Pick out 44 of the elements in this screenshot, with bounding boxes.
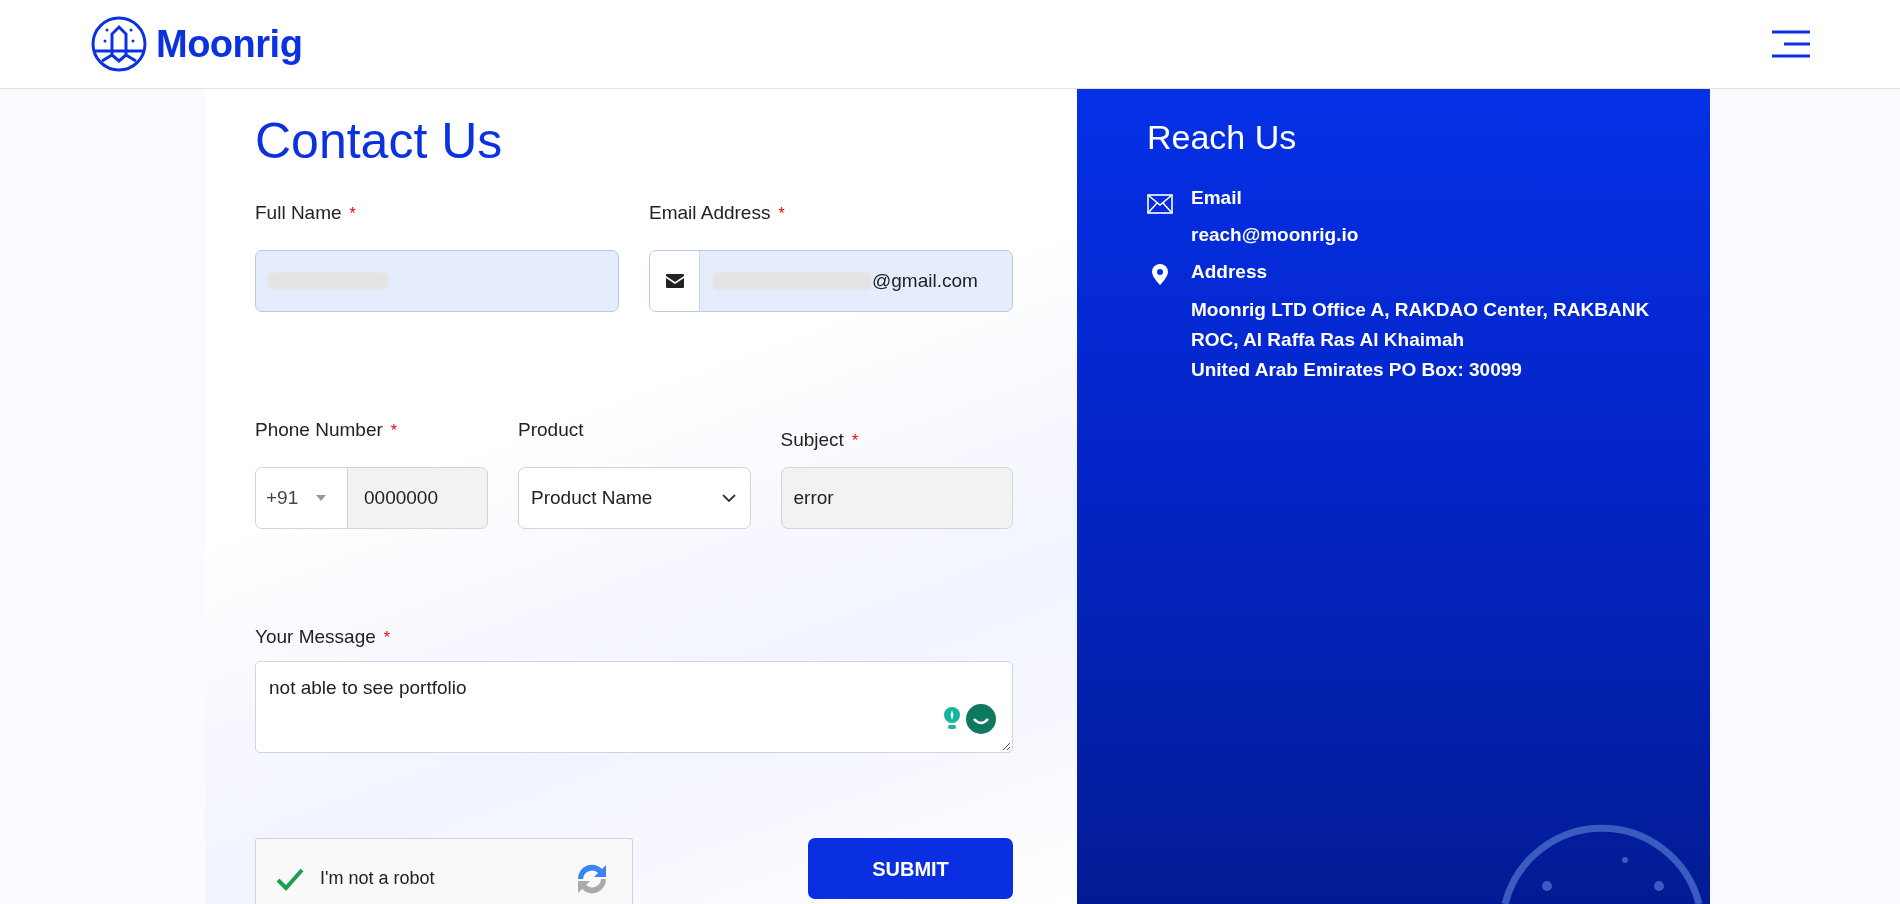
field-label: Phone Number — [255, 418, 383, 443]
lightbulb-icon[interactable] — [942, 706, 962, 732]
logo-icon — [90, 15, 148, 73]
logo-text[interactable]: Moonrig — [156, 15, 303, 73]
required-asterisk: * — [778, 203, 785, 224]
contact-detail: reach@moonrig.io — [1191, 223, 1359, 248]
required-asterisk: * — [390, 420, 398, 441]
field-label: Email Address — [649, 201, 771, 226]
contact-detail: ROC, Al Raffa Ras Al Khaimah — [1191, 327, 1466, 352]
envelope-icon — [665, 274, 684, 288]
field-label: Your Message — [255, 625, 376, 650]
captcha-widget[interactable]: I'm not a robot — [255, 838, 633, 904]
caret-icon[interactable] — [316, 495, 327, 501]
country-code[interactable]: +91 — [266, 483, 299, 513]
field-label: Full Name — [255, 201, 342, 226]
chevron-down-icon — [721, 494, 736, 502]
field-label: Product — [518, 418, 584, 443]
section-title: Reach Us — [1147, 117, 1298, 158]
page-title: Contact Us — [255, 112, 504, 171]
contact-label: Email — [1191, 185, 1243, 210]
required-asterisk: * — [349, 203, 356, 224]
phone-field[interactable]: +91 0000000 — [255, 467, 488, 529]
contact-detail: United Arab Emirates PO Box: 30099 — [1191, 357, 1523, 382]
select-value: Product Name — [531, 485, 653, 510]
message-text: not able to see portfolio — [269, 677, 467, 698]
phone-value: 0000000 — [363, 485, 438, 510]
required-asterisk: * — [383, 627, 390, 648]
product-select[interactable]: Product Name — [518, 467, 751, 529]
smiley-icon[interactable] — [966, 704, 996, 734]
captcha-label: I'm not a robot — [320, 867, 435, 890]
location-pin-icon — [1152, 264, 1168, 286]
required-asterisk: * — [851, 430, 859, 451]
text-field[interactable]: error — [780, 467, 1013, 529]
email-value: @gmail.com — [872, 268, 978, 293]
resize-handle-icon[interactable] — [1002, 742, 1010, 750]
email-field[interactable]: @gmail.com — [649, 250, 1013, 312]
contact-detail: Moonrig LTD Office A, RAKDAO Center, RAKBANK — [1191, 297, 1650, 322]
submit-button[interactable]: SUBMIT — [808, 838, 1013, 899]
menu-icon[interactable] — [1772, 30, 1810, 58]
contact-label: Address — [1191, 260, 1269, 285]
field-label: Subject — [780, 428, 844, 453]
text-field[interactable] — [255, 250, 619, 312]
message-textarea[interactable]: not able to see portfolio — [255, 661, 1013, 753]
envelope-icon — [1147, 193, 1173, 214]
